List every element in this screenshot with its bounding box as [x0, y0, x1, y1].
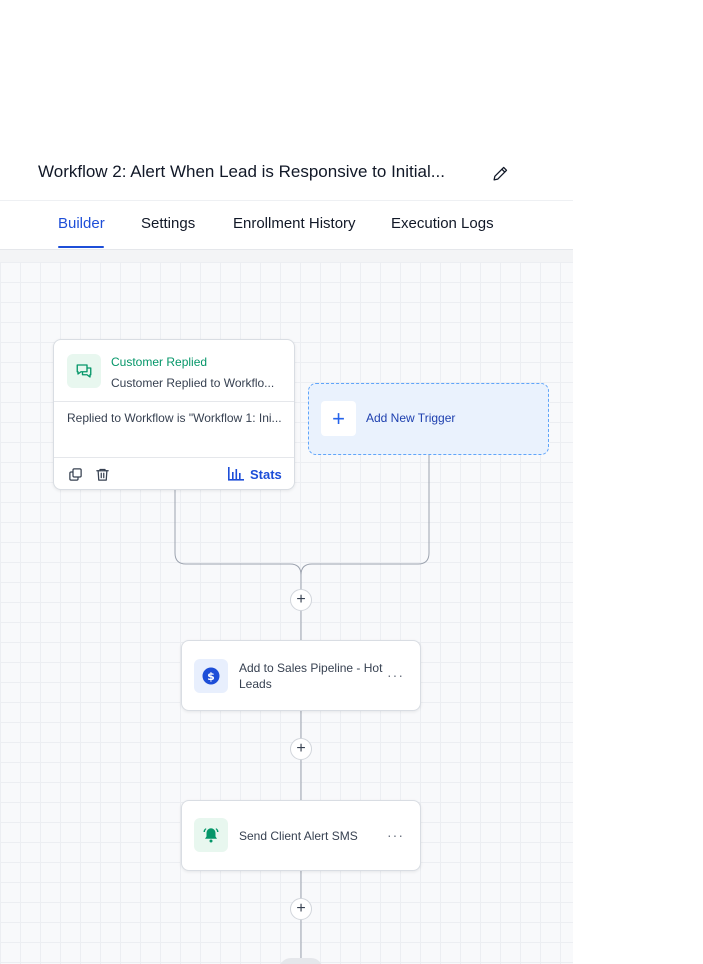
- more-options-button[interactable]: ···: [387, 667, 404, 683]
- delete-button[interactable]: [93, 465, 111, 483]
- plus-icon: +: [296, 740, 306, 757]
- end-node: [279, 958, 323, 964]
- action-label: Add to Sales Pipeline - Hot Leads: [239, 661, 383, 691]
- chat-bubbles-icon: [76, 364, 92, 378]
- trigger-condition: Replied to Workflow is "Workflow 1: Ini.…: [67, 411, 282, 425]
- divider: [54, 401, 294, 402]
- trigger-subtitle: Customer Replied to Workflo...: [111, 376, 275, 390]
- copy-button[interactable]: [66, 465, 84, 483]
- trigger-icon-box: [67, 354, 101, 388]
- trash-icon: [95, 468, 109, 481]
- trigger-card[interactable]: Customer Replied Customer Replied to Wor…: [53, 339, 295, 490]
- plus-icon: +: [321, 401, 356, 436]
- action-label: Send Client Alert SMS: [239, 829, 358, 843]
- plus-icon: +: [296, 900, 306, 917]
- add-trigger-label: Add New Trigger: [366, 411, 456, 425]
- add-step-button[interactable]: +: [290, 589, 312, 611]
- add-step-button[interactable]: +: [290, 738, 312, 760]
- add-step-button[interactable]: +: [290, 898, 312, 920]
- stats-label: Stats: [250, 466, 282, 482]
- action-card-send-sms[interactable]: Send Client Alert SMS ···: [181, 800, 421, 871]
- more-options-button[interactable]: ···: [387, 827, 404, 843]
- action-card-add-to-pipeline[interactable]: $ Add to Sales Pipeline - Hot Leads ···: [181, 640, 421, 711]
- add-new-trigger-button[interactable]: + Add New Trigger: [308, 383, 549, 455]
- dollar-icon: $: [202, 667, 220, 685]
- plus-icon: +: [296, 591, 306, 608]
- workflow-panel: Workflow 2: Alert When Lead is Responsiv…: [0, 0, 573, 964]
- trigger-title: Customer Replied: [111, 355, 208, 369]
- svg-text:$: $: [207, 670, 215, 683]
- bell-alert-icon: [203, 828, 219, 843]
- action-icon-box: [194, 818, 228, 852]
- copy-icon: [68, 467, 82, 481]
- divider: [54, 457, 294, 458]
- action-icon-box: $: [194, 659, 228, 693]
- bar-chart-icon: [228, 467, 244, 481]
- stats-button[interactable]: Stats: [228, 465, 282, 483]
